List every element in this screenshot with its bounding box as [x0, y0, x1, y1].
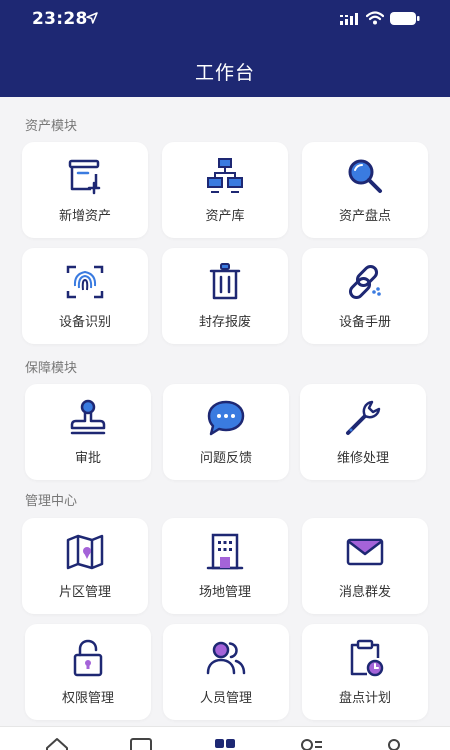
- tab-contacts-icon[interactable]: [297, 736, 323, 750]
- card-label: 维修处理: [336, 451, 389, 466]
- card-label: 资产盘点: [338, 209, 391, 224]
- card-add-asset[interactable]: 新增资产: [22, 142, 148, 238]
- wrench-icon: [346, 400, 381, 435]
- cellular-signal-icon: [340, 13, 358, 25]
- card-label: 新增资产: [58, 209, 111, 224]
- card-label: 场地管理: [198, 585, 251, 600]
- tab-home-icon[interactable]: [44, 736, 70, 750]
- location-arrow-icon: [86, 12, 98, 24]
- card-feedback[interactable]: 问题反馈: [163, 384, 289, 480]
- network-icon: [207, 158, 243, 193]
- section-title-support: 保障模块: [25, 361, 78, 376]
- card-label: 设备识别: [58, 315, 111, 330]
- card-label: 设备手册: [338, 315, 391, 330]
- add-box-icon: [68, 159, 101, 195]
- clipboard-clock-icon: [350, 639, 384, 677]
- card-inventory-plan[interactable]: 盘点计划: [302, 624, 428, 720]
- card-approval[interactable]: 审批: [25, 384, 151, 480]
- card-label: 封存报废: [198, 315, 251, 330]
- page-title: 工作台: [194, 62, 255, 84]
- section-title-assets: 资产模块: [25, 119, 78, 134]
- card-permission-management[interactable]: 权限管理: [25, 624, 151, 720]
- section-title-management: 管理中心: [25, 494, 78, 509]
- card-seal-scrap[interactable]: 封存报废: [162, 248, 288, 344]
- bottom-tab-bar: [0, 726, 450, 750]
- tab-profile-icon[interactable]: [381, 736, 407, 750]
- card-asset-inventory[interactable]: 资产盘点: [302, 142, 428, 238]
- card-area-management[interactable]: 片区管理: [22, 518, 148, 614]
- tab-square-icon[interactable]: [128, 736, 154, 750]
- battery-icon: [390, 12, 420, 25]
- magnifier-icon: [348, 159, 382, 193]
- wifi-icon: [366, 11, 384, 25]
- scan-icon: [66, 265, 104, 299]
- card-venue-management[interactable]: 场地管理: [162, 518, 288, 614]
- status-bar: 23:28: [0, 0, 450, 40]
- status-time: 23:28: [32, 9, 88, 29]
- card-label: 权限管理: [61, 691, 114, 706]
- card-label: 资产库: [205, 209, 245, 224]
- link-icon: [348, 264, 381, 300]
- card-repair[interactable]: 维修处理: [300, 384, 426, 480]
- card-label: 审批: [74, 451, 101, 466]
- card-label: 人员管理: [199, 691, 252, 706]
- card-asset-library[interactable]: 资产库: [162, 142, 288, 238]
- card-label: 问题反馈: [199, 451, 252, 466]
- building-icon: [206, 533, 244, 570]
- card-label: 片区管理: [58, 585, 111, 600]
- envelope-icon: [346, 538, 384, 566]
- card-label: 盘点计划: [338, 691, 391, 706]
- app-header: 23:28 工作台: [0, 0, 450, 97]
- card-device-manual[interactable]: 设备手册: [302, 248, 428, 344]
- people-icon: [206, 641, 246, 675]
- tab-workbench-icon[interactable]: [212, 736, 238, 750]
- chat-bubble-icon: [207, 400, 245, 436]
- trash-icon: [209, 263, 241, 300]
- map-icon: [66, 534, 104, 570]
- card-label: 消息群发: [338, 585, 391, 600]
- stamp-icon: [70, 399, 106, 435]
- padlock-icon: [73, 639, 103, 677]
- card-device-recognition[interactable]: 设备识别: [22, 248, 148, 344]
- card-broadcast-message[interactable]: 消息群发: [302, 518, 428, 614]
- card-staff-management[interactable]: 人员管理: [163, 624, 289, 720]
